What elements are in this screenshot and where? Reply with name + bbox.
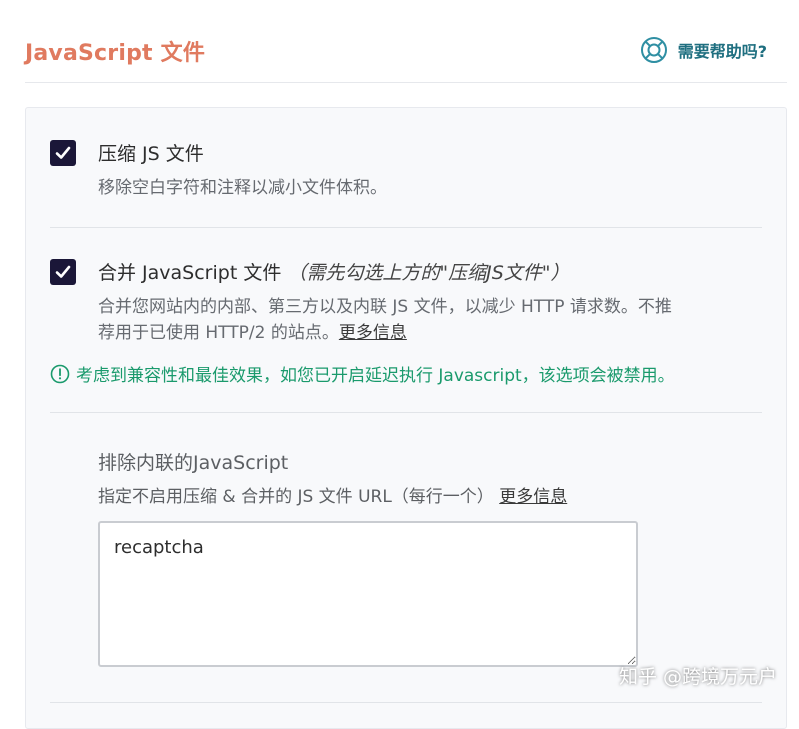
combine-js-checkbox[interactable] xyxy=(50,259,76,285)
combine-js-description-line2-text: 荐用于已使用 HTTP/2 的站点。 xyxy=(98,323,339,343)
watermark: 知乎 @跨境万元户 xyxy=(618,666,777,688)
combine-js-description: 合并您网站内的内部、第三方以及内联 JS 文件，以减少 HTTP 请求数。不推 … xyxy=(98,294,758,346)
minify-js-checkbox[interactable] xyxy=(50,140,76,166)
help-link[interactable]: 需要帮助吗? xyxy=(640,36,767,64)
warning-icon xyxy=(50,364,70,384)
checkmark-icon xyxy=(55,265,71,278)
combine-js-label-text: 合并 JavaScript 文件 xyxy=(98,262,282,284)
exclude-inline-js-description-text: 指定不启用压缩 & 合并的 JS 文件 URL（每行一个） xyxy=(98,487,494,507)
combine-js-warning-text: 考虑到兼容性和最佳效果，如您已开启延迟执行 Javascript，该选项会被禁用… xyxy=(76,366,675,386)
help-label: 需要帮助吗? xyxy=(677,42,767,61)
combine-js-note: （需先勾选上方的"压缩JS文件"） xyxy=(287,262,570,284)
page-title: JavaScript 文件 xyxy=(25,41,206,66)
divider xyxy=(50,702,762,703)
combine-js-description-line2: 荐用于已使用 HTTP/2 的站点。更多信息 xyxy=(98,320,758,346)
exclude-inline-js-description: 指定不启用压缩 & 合并的 JS 文件 URL（每行一个） 更多信息 xyxy=(98,482,567,507)
combine-js-label[interactable]: 合并 JavaScript 文件 （需先勾选上方的"压缩JS文件"） xyxy=(98,258,570,285)
exclude-inline-js-title: 排除内联的JavaScript xyxy=(98,452,289,474)
exclude-inline-js-textarea[interactable]: recaptcha xyxy=(98,521,638,667)
divider xyxy=(50,412,762,413)
lifebuoy-icon xyxy=(640,36,668,64)
combine-js-warning: 考虑到兼容性和最佳效果，如您已开启延迟执行 Javascript，该选项会被禁用… xyxy=(50,361,675,386)
minify-js-description: 移除空白字符和注释以减小文件体积。 xyxy=(98,178,387,198)
combine-js-description-line1: 合并您网站内的内部、第三方以及内联 JS 文件，以减少 HTTP 请求数。不推 xyxy=(98,297,672,317)
exclude-inline-js-more-info-link[interactable]: 更多信息 xyxy=(499,487,567,507)
checkmark-icon xyxy=(55,146,71,159)
settings-panel: 压缩 JS 文件 移除空白字符和注释以减小文件体积。 合并 JavaScript… xyxy=(25,107,787,729)
section-header: JavaScript 文件 需要帮助吗? xyxy=(25,0,787,83)
combine-js-more-info-link[interactable]: 更多信息 xyxy=(339,323,407,343)
divider xyxy=(50,227,762,228)
minify-js-label[interactable]: 压缩 JS 文件 xyxy=(98,139,204,166)
